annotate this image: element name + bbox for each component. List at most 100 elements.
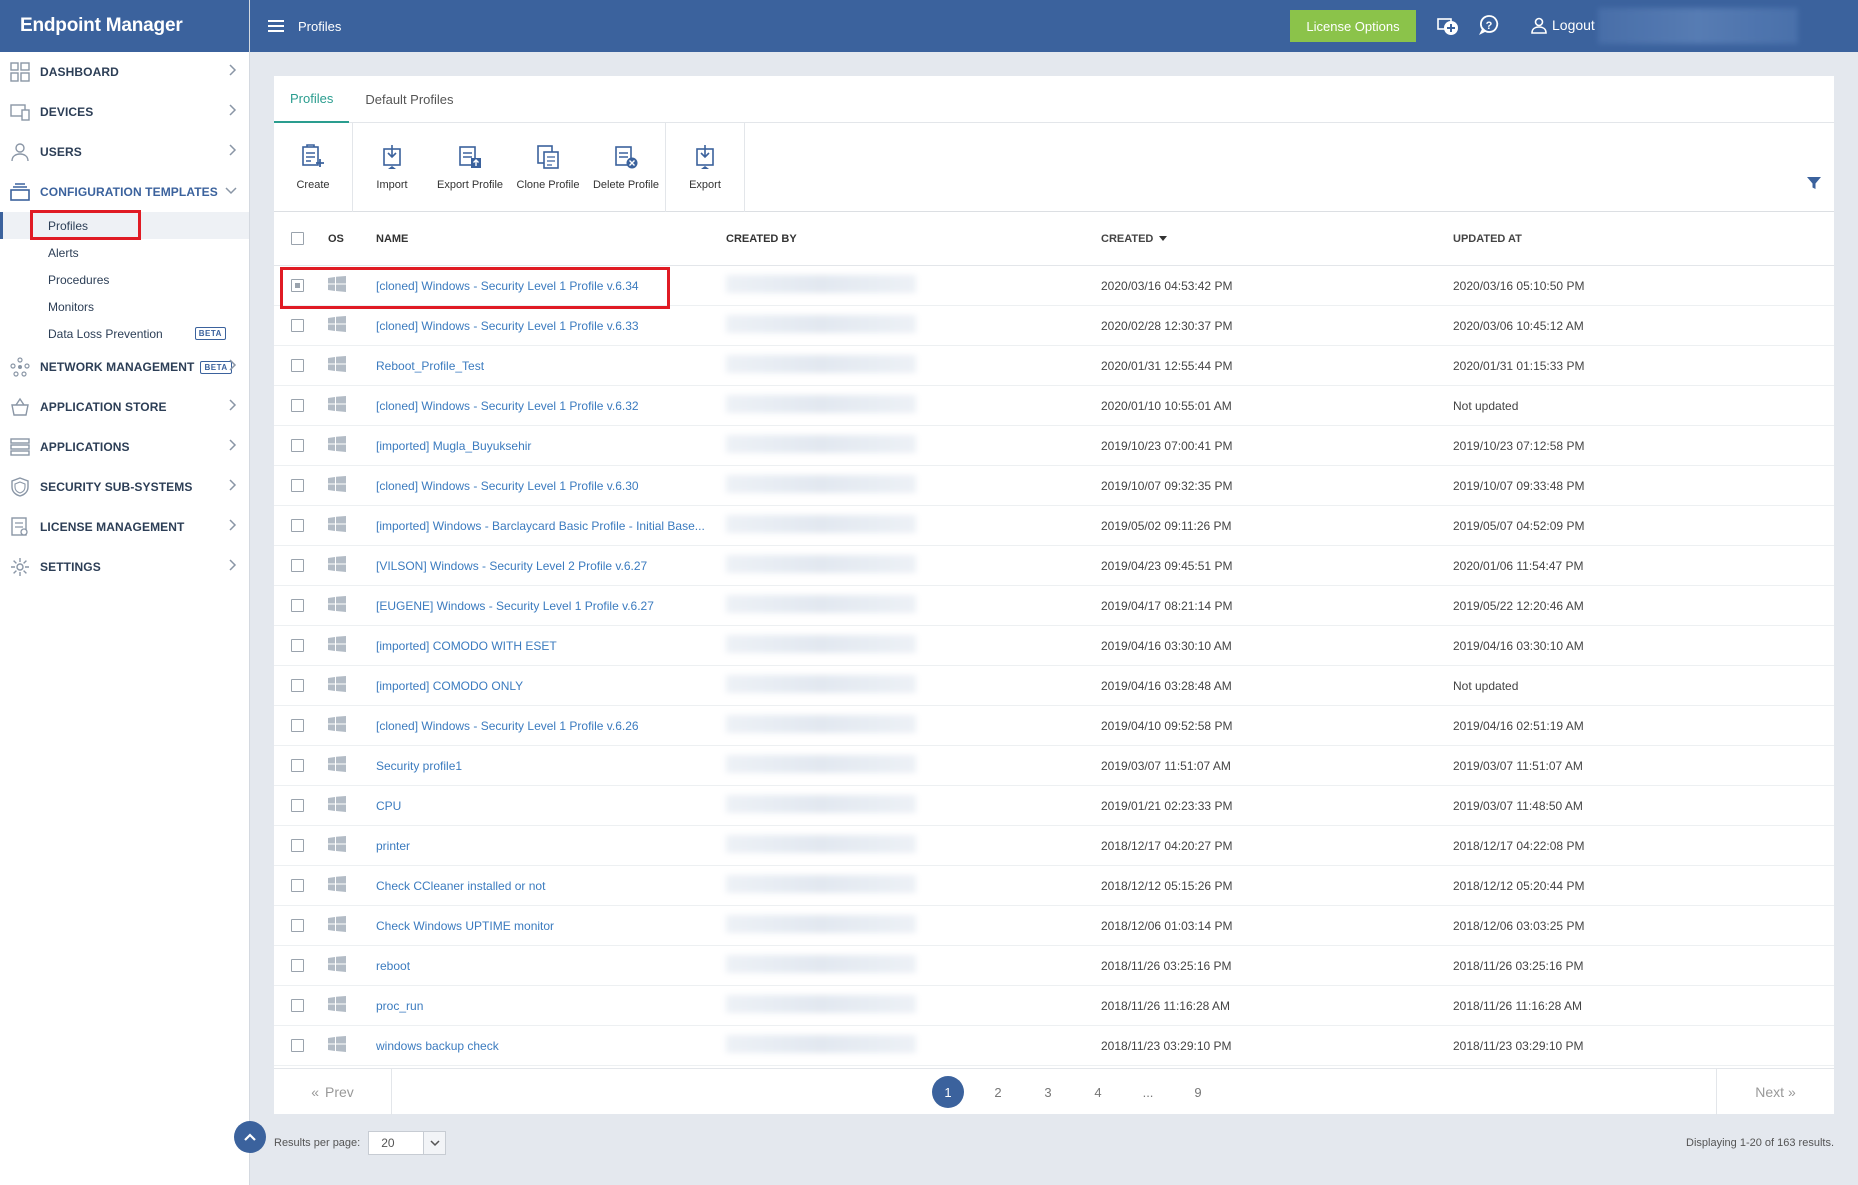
sidebar-item-devices[interactable]: DEVICES	[0, 92, 249, 132]
table-row[interactable]: CPU 2019/01/21 02:23:33 PM 2019/03/07 11:4…	[274, 786, 1834, 826]
sidebar-item-license-management[interactable]: LICENSE MANAGEMENT	[0, 507, 249, 547]
profile-name-link[interactable]: [cloned] Windows - Security Level 1 Prof…	[376, 399, 726, 413]
sidebar-item-settings[interactable]: SETTINGS	[0, 547, 249, 587]
table-row[interactable]: proc_run 2018/11/26 11:16:28 AM 2018/11/26…	[274, 986, 1834, 1026]
table-row[interactable]: windows backup check 2018/11/23 03:29:10 …	[274, 1026, 1834, 1066]
scroll-top-button[interactable]	[234, 1121, 266, 1153]
logout-button[interactable]: Logout	[1530, 16, 1595, 34]
header-created[interactable]: CREATED	[1101, 233, 1453, 245]
select-all-checkbox[interactable]	[290, 232, 304, 245]
row-checkbox[interactable]	[290, 679, 304, 692]
row-checkbox[interactable]	[290, 599, 304, 612]
profile-name-link[interactable]: [EUGENE] Windows - Security Level 1 Prof…	[376, 599, 726, 613]
row-checkbox[interactable]	[290, 959, 304, 972]
help-icon[interactable]: ?	[1478, 14, 1500, 39]
table-row[interactable]: reboot 2018/11/26 03:25:16 PM 2018/11/26 0…	[274, 946, 1834, 986]
app-title[interactable]: Endpoint Manager	[0, 0, 249, 52]
row-checkbox[interactable]	[290, 839, 304, 852]
page-button[interactable]: 3	[1032, 1076, 1064, 1108]
sidebar-item-security-sub-systems[interactable]: SECURITY SUB-SYSTEMS	[0, 467, 249, 507]
profile-name-link[interactable]: CPU	[376, 799, 726, 813]
profile-name-link[interactable]: printer	[376, 839, 726, 853]
profile-name-link[interactable]: [imported] Mugla_Buyuksehir	[376, 439, 726, 453]
sidebar-subitem-profiles[interactable]: Profiles	[0, 212, 249, 239]
profile-name-link[interactable]: [imported] Windows - Barclaycard Basic P…	[376, 519, 726, 533]
row-checkbox[interactable]	[290, 479, 304, 492]
profile-name-link[interactable]: Security profile1	[376, 759, 726, 773]
menu-icon[interactable]	[268, 17, 284, 35]
row-checkbox[interactable]	[290, 999, 304, 1012]
row-checkbox[interactable]	[290, 919, 304, 932]
table-row[interactable]: [imported] COMODO ONLY 2019/04/16 03:28:4…	[274, 666, 1834, 706]
export-profile-button[interactable]: Export Profile	[431, 123, 509, 211]
sidebar-subitem-alerts[interactable]: Alerts	[0, 239, 249, 266]
row-checkbox[interactable]	[290, 439, 304, 452]
profile-name-link[interactable]: proc_run	[376, 999, 726, 1013]
profile-name-link[interactable]: Check CCleaner installed or not	[376, 879, 726, 893]
table-row[interactable]: [cloned] Windows - Security Level 1 Prof…	[274, 466, 1834, 506]
results-per-page-select[interactable]: 20	[368, 1131, 447, 1155]
next-button[interactable]: Next »	[1716, 1069, 1834, 1115]
row-checkbox[interactable]	[290, 559, 304, 572]
sidebar-subitem-data-loss-prevention[interactable]: Data Loss Prevention BETA	[0, 320, 249, 347]
page-button[interactable]: 2	[982, 1076, 1014, 1108]
table-row[interactable]: [cloned] Windows - Security Level 1 Prof…	[274, 266, 1834, 306]
row-checkbox[interactable]	[290, 279, 304, 292]
profile-name-link[interactable]: reboot	[376, 959, 726, 973]
profile-name-link[interactable]: Reboot_Profile_Test	[376, 359, 726, 373]
table-row[interactable]: [cloned] Windows - Security Level 1 Prof…	[274, 706, 1834, 746]
table-row[interactable]: [imported] Windows - Barclaycard Basic P…	[274, 506, 1834, 546]
profile-name-link[interactable]: [imported] COMODO WITH ESET	[376, 639, 726, 653]
sidebar-item-application-store[interactable]: APPLICATION STORE	[0, 387, 249, 427]
create-button[interactable]: Create	[274, 123, 352, 211]
table-row[interactable]: [cloned] Windows - Security Level 1 Prof…	[274, 386, 1834, 426]
import-button[interactable]: Import	[353, 123, 431, 211]
header-name[interactable]: NAME	[376, 233, 726, 245]
row-checkbox[interactable]	[290, 519, 304, 532]
profile-name-link[interactable]: [cloned] Windows - Security Level 1 Prof…	[376, 319, 726, 333]
prev-button[interactable]: « Prev	[274, 1068, 392, 1115]
add-device-icon[interactable]	[1436, 14, 1460, 41]
table-row[interactable]: [imported] Mugla_Buyuksehir 2019/10/23 07…	[274, 426, 1834, 466]
sidebar-item-dashboard[interactable]: DASHBOARD	[0, 52, 249, 92]
header-os[interactable]: OS	[320, 233, 376, 245]
profile-name-link[interactable]: [cloned] Windows - Security Level 1 Prof…	[376, 279, 726, 293]
sidebar-item-network-management[interactable]: NETWORK MANAGEMENT BETA	[0, 347, 249, 387]
table-row[interactable]: [EUGENE] Windows - Security Level 1 Prof…	[274, 586, 1834, 626]
filter-icon[interactable]	[1806, 175, 1822, 194]
sidebar-item-configuration-templates[interactable]: CONFIGURATION TEMPLATES	[0, 172, 249, 212]
page-button[interactable]: 9	[1182, 1076, 1214, 1108]
sidebar-item-users[interactable]: USERS	[0, 132, 249, 172]
sidebar-item-applications[interactable]: APPLICATIONS	[0, 427, 249, 467]
tab-profiles[interactable]: Profiles	[274, 76, 350, 123]
row-checkbox[interactable]	[290, 719, 304, 732]
sidebar-subitem-monitors[interactable]: Monitors	[0, 293, 249, 320]
table-row[interactable]: Security profile1 2019/03/07 11:51:07 AM 2…	[274, 746, 1834, 786]
row-checkbox[interactable]	[290, 319, 304, 332]
profile-name-link[interactable]: windows backup check	[376, 1039, 726, 1053]
header-created-by[interactable]: CREATED BY	[726, 233, 1101, 245]
delete-profile-button[interactable]: Delete Profile	[587, 123, 665, 211]
row-checkbox[interactable]	[290, 759, 304, 772]
header-updated-at[interactable]: UPDATED AT	[1453, 233, 1834, 245]
clone-profile-button[interactable]: Clone Profile	[509, 123, 587, 211]
export-button[interactable]: Export	[666, 123, 744, 211]
tab-default-profiles[interactable]: Default Profiles	[349, 76, 469, 123]
table-row[interactable]: Check Windows UPTIME monitor 2018/12/06 0…	[274, 906, 1834, 946]
row-checkbox[interactable]	[290, 1039, 304, 1052]
table-row[interactable]: [VILSON] Windows - Security Level 2 Prof…	[274, 546, 1834, 586]
license-options-button[interactable]: License Options	[1290, 10, 1416, 42]
page-button[interactable]: 1	[932, 1076, 964, 1108]
row-checkbox[interactable]	[290, 799, 304, 812]
row-checkbox[interactable]	[290, 639, 304, 652]
row-checkbox[interactable]	[290, 359, 304, 372]
table-row[interactable]: Check CCleaner installed or not 2018/12/1…	[274, 866, 1834, 906]
profile-name-link[interactable]: [VILSON] Windows - Security Level 2 Prof…	[376, 559, 726, 573]
table-row[interactable]: [imported] COMODO WITH ESET 2019/04/16 03…	[274, 626, 1834, 666]
table-row[interactable]: Reboot_Profile_Test 2020/01/31 12:55:44 P…	[274, 346, 1834, 386]
table-row[interactable]: [cloned] Windows - Security Level 1 Prof…	[274, 306, 1834, 346]
table-row[interactable]: printer 2018/12/17 04:20:27 PM 2018/12/17 …	[274, 826, 1834, 866]
profile-name-link[interactable]: [cloned] Windows - Security Level 1 Prof…	[376, 719, 726, 733]
profile-name-link[interactable]: Check Windows UPTIME monitor	[376, 919, 726, 933]
page-button[interactable]: 4	[1082, 1076, 1114, 1108]
